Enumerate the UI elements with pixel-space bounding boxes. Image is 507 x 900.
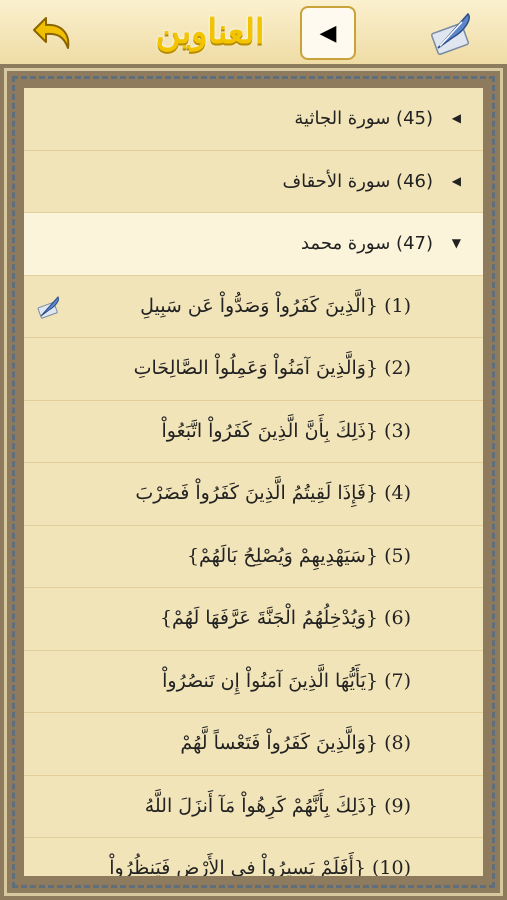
feather-icon[interactable] <box>428 8 476 56</box>
verse-label: (4) {فَإِذَا لَقِيتُمُ الَّذِينَ كَفَرُو… <box>135 482 411 504</box>
verse-row[interactable]: (8) {وَالَّذِينَ كَفَرُواْ فَتَعْساً لَّ… <box>24 713 483 776</box>
verse-label: (7) {يَأَيُّهَا الَّذِينَ آمَنُواْ إِن ت… <box>162 669 411 692</box>
expanded-arrow-icon: ▼ <box>451 236 461 250</box>
verse-row[interactable]: (2) {وَالَّذِينَ آمَنُواْ وَعَمِلُواْ ال… <box>24 338 483 401</box>
surah-label: (45) سورة الجاثية <box>294 108 433 129</box>
verse-row[interactable]: (5) {سَيَهْدِيهِمْ وَيُصْلِحُ بَالَهُمْ} <box>24 526 483 588</box>
play-button[interactable]: ◀ <box>300 6 356 60</box>
verse-row[interactable]: (3) {ذَلِكَ بِأَنَّ الَّذِينَ كَفَرُواْ … <box>24 401 483 463</box>
surah-label: (46) سورة الأحقاف <box>282 170 433 192</box>
page-title: العناوين <box>155 12 265 52</box>
verse-row[interactable]: (4) {فَإِذَا لَقِيتُمُ الَّذِينَ كَفَرُو… <box>24 463 483 526</box>
top-bar: العناوين ◀ <box>0 0 507 64</box>
feather-icon[interactable] <box>36 294 62 320</box>
verse-row[interactable]: (6) {وَيُدْخِلُهُمُ الْجَنَّةَ عَرَّفَهَ… <box>24 588 483 651</box>
collapsed-arrow-icon: ◀ <box>451 111 461 125</box>
verse-label: (6) {وَيُدْخِلُهُمُ الْجَنَّةَ عَرَّفَهَ… <box>159 607 411 629</box>
verse-label: (9) {ذَلِكَ بِأَنَّهُمْ كَرِهُواْ مَآ أَ… <box>144 794 411 817</box>
verse-label: (10) {أَفَلَمْ يَسِيرُواْ فِي الأَرْضِ ف… <box>109 857 411 876</box>
surah-row-47[interactable]: ▼ (47) سورة محمد <box>24 213 483 276</box>
surah-row-45[interactable]: ◀ (45) سورة الجاثية <box>24 88 483 151</box>
collapsed-arrow-icon: ◀ <box>451 173 461 188</box>
surah-label: (47) سورة محمد <box>300 233 433 254</box>
surah-row-46[interactable]: ◀ (46) سورة الأحقاف <box>24 151 483 213</box>
back-arrow-icon[interactable] <box>30 8 78 56</box>
verse-row[interactable]: (7) {يَأَيُّهَا الَّذِينَ آمَنُواْ إِن ت… <box>24 651 483 713</box>
verse-row[interactable]: (10) {أَفَلَمْ يَسِيرُواْ فِي الأَرْضِ ف… <box>24 838 483 876</box>
play-left-icon: ◀ <box>319 20 337 46</box>
verse-label: (2) {وَالَّذِينَ آمَنُواْ وَعَمِلُواْ ال… <box>133 357 411 379</box>
verse-row[interactable]: (1) {الَّذِينَ كَفَرُواْ وَصَدُّواْ عَن … <box>24 276 483 338</box>
verse-row[interactable]: (9) {ذَلِكَ بِأَنَّهُمْ كَرِهُواْ مَآ أَ… <box>24 776 483 838</box>
content-frame: ◀ (45) سورة الجاثية ◀ (46) سورة الأحقاف … <box>0 64 507 900</box>
titles-list[interactable]: ◀ (45) سورة الجاثية ◀ (46) سورة الأحقاف … <box>24 88 483 876</box>
verse-label: (5) {سَيَهْدِيهِمْ وَيُصْلِحُ بَالَهُمْ} <box>186 544 411 567</box>
verse-label: (1) {الَّذِينَ كَفَرُواْ وَصَدُّواْ عَن … <box>140 294 411 317</box>
verse-label: (8) {وَالَّذِينَ كَفَرُواْ فَتَعْساً لَّ… <box>180 732 411 754</box>
verse-label: (3) {ذَلِكَ بِأَنَّ الَّذِينَ كَفَرُواْ … <box>161 419 411 442</box>
